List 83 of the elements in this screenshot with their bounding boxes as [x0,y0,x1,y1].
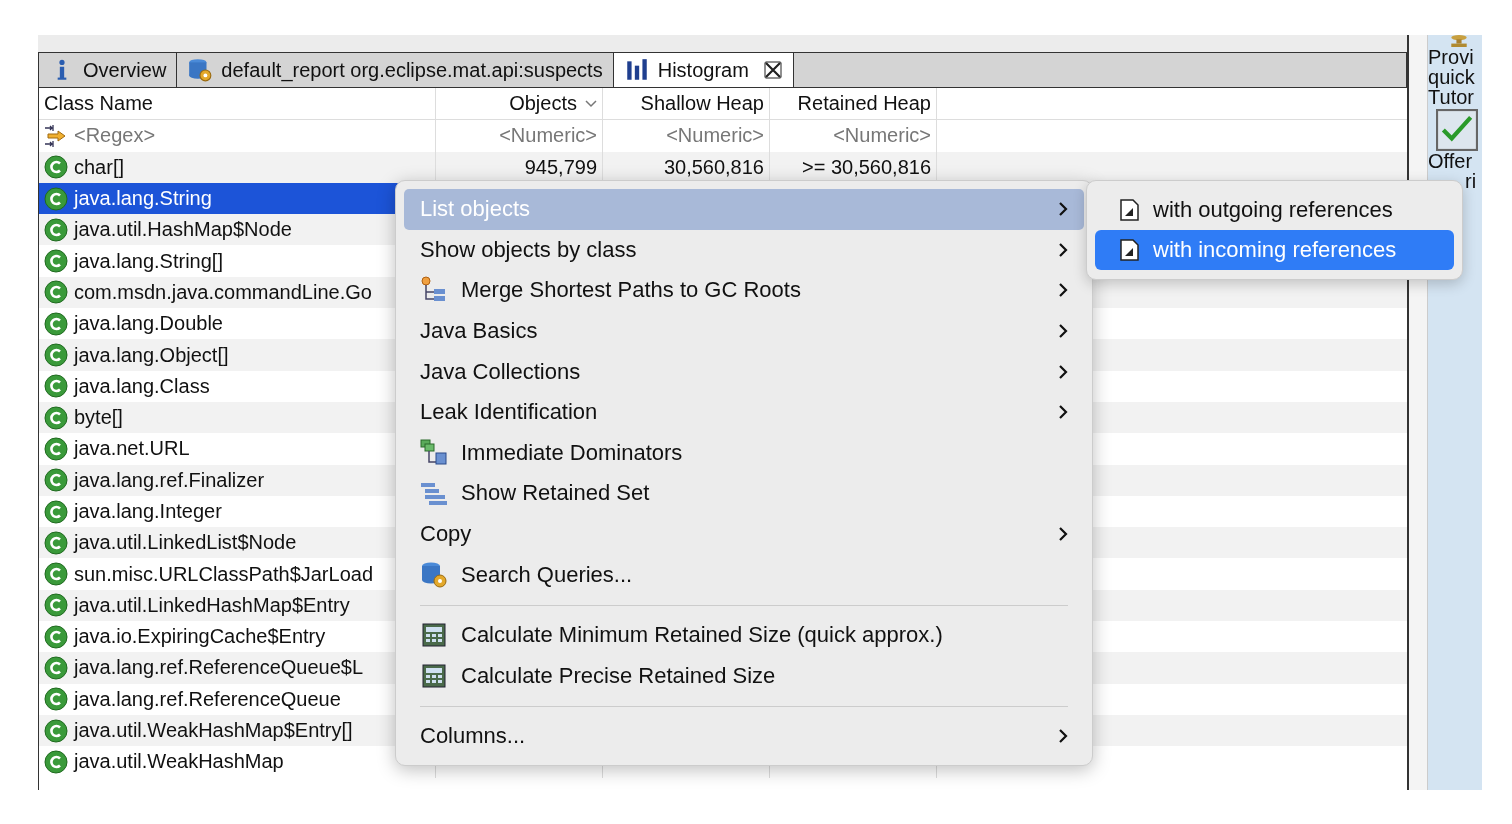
class-icon [44,656,68,680]
class-name[interactable]: byte[] [74,406,123,430]
table-cell: 30,560,816 [663,155,764,179]
menu-item[interactable]: with incoming references [1095,230,1454,270]
tree-nodes-icon [420,438,448,467]
class-name[interactable]: java.util.WeakHashMap [74,750,284,774]
cheat-sheet-text: Provi [1428,47,1474,67]
calculator-icon [420,621,448,650]
class-icon [44,217,68,242]
class-name[interactable]: java.io.ExpiringCache$Entry [74,625,326,649]
class-icon [44,562,68,587]
cheat-sheet-text: Offer [1428,151,1473,171]
numeric-filter-field[interactable]: <Numeric> [666,124,764,148]
class-name[interactable]: char[] [74,155,125,179]
numeric-filter-field[interactable]: <Numeric> [833,124,931,148]
class-icon [44,374,68,399]
class-icon [44,687,68,712]
class-icon [44,155,68,180]
class-icon [44,280,68,305]
class-name[interactable]: java.net.URL [74,437,190,461]
document-icon [1117,238,1141,262]
class-icon [44,311,68,336]
filter-arrow-icon [44,123,68,148]
editor-tab[interactable]: default_report org.eclipse.mat.api:suspects [177,53,614,87]
column-header[interactable]: Class Name [39,88,435,120]
class-name[interactable]: java.lang.ref.Finalizer [74,468,265,492]
class-name[interactable]: java.lang.ref.ReferenceQueue [74,687,341,711]
menu-item[interactable]: Merge Shortest Paths to GC Roots [404,270,1084,311]
class-name[interactable]: java.lang.Integer [74,500,222,523]
class-name[interactable]: java.util.LinkedList$Node [74,531,297,555]
checklist-icon [1436,109,1479,151]
class-icon [44,718,68,743]
menu-item[interactable]: Columns... [404,716,1084,757]
table-cell: 945,799 [524,155,597,179]
class-name[interactable]: java.lang.String [74,187,212,211]
class-icon [44,499,68,524]
menu-item[interactable]: Search Queries... [404,554,1084,595]
numeric-filter-field[interactable]: <Numeric> [499,124,597,148]
class-name[interactable]: java.lang.Class [74,374,210,398]
class-icon [44,624,68,649]
class-icon [44,593,68,618]
menu-item[interactable]: Show objects by class [404,229,1084,271]
class-name[interactable]: java.lang.Object[] [74,343,229,367]
class-name[interactable]: sun.misc.URLClassPath$JarLoad [74,562,374,586]
class-icon [44,436,68,461]
class-icon [44,186,68,211]
table-cell: >= 30,560,816 [802,155,931,179]
column-header[interactable]: Objects [435,88,602,120]
class-name[interactable]: java.util.LinkedHashMap$Entry [74,593,350,617]
menu-item[interactable]: Leak Identification [404,391,1084,433]
column-header[interactable]: Shallow Heap [602,88,769,120]
database-gear-icon [187,57,214,83]
regex-filter-field[interactable]: <Regex> [74,124,156,148]
calculator-icon [420,661,448,690]
menu-item[interactable]: Java Basics [404,310,1084,352]
class-icon [44,405,68,430]
menu-item[interactable]: Immediate Dominators [404,432,1084,474]
class-icon [44,343,68,367]
menu-item[interactable]: Copy [404,513,1084,555]
class-icon [44,749,68,774]
cheat-sheet-text: ri [1465,171,1477,191]
database-gear-icon [420,560,448,589]
class-name[interactable]: java.lang.Double [74,312,223,336]
class-icon [44,530,68,555]
close-icon[interactable] [762,60,783,80]
column-header[interactable]: Retained Heap [769,88,936,120]
menu-item[interactable]: with outgoing references [1095,190,1454,230]
class-name[interactable]: java.lang.String[] [74,249,223,273]
menu-item[interactable]: Show Retained Set [404,473,1084,514]
class-name[interactable]: com.msdn.java.commandLine.Go [74,280,372,304]
class-icon [44,249,68,274]
editor-tab[interactable]: Overview [39,53,178,87]
cheat-sheet-text: Tutor [1428,87,1474,107]
menu-item[interactable]: Java Collections [404,351,1084,392]
document-icon [1117,198,1141,222]
menu-item[interactable]: Calculate Precise Retained Size [404,655,1084,697]
class-name[interactable]: java.lang.ref.ReferenceQueue$L [74,656,364,680]
editor-tab[interactable]: Histogram [613,53,794,87]
class-name[interactable]: java.util.WeakHashMap$Entry[] [74,719,353,743]
menu-item[interactable]: Calculate Minimum Retained Size (quick approx.) [404,614,1084,656]
cheat-sheet-text: quick [1428,67,1475,87]
class-icon [44,468,68,493]
class-name[interactable]: java.util.HashMap$Node [74,218,292,242]
